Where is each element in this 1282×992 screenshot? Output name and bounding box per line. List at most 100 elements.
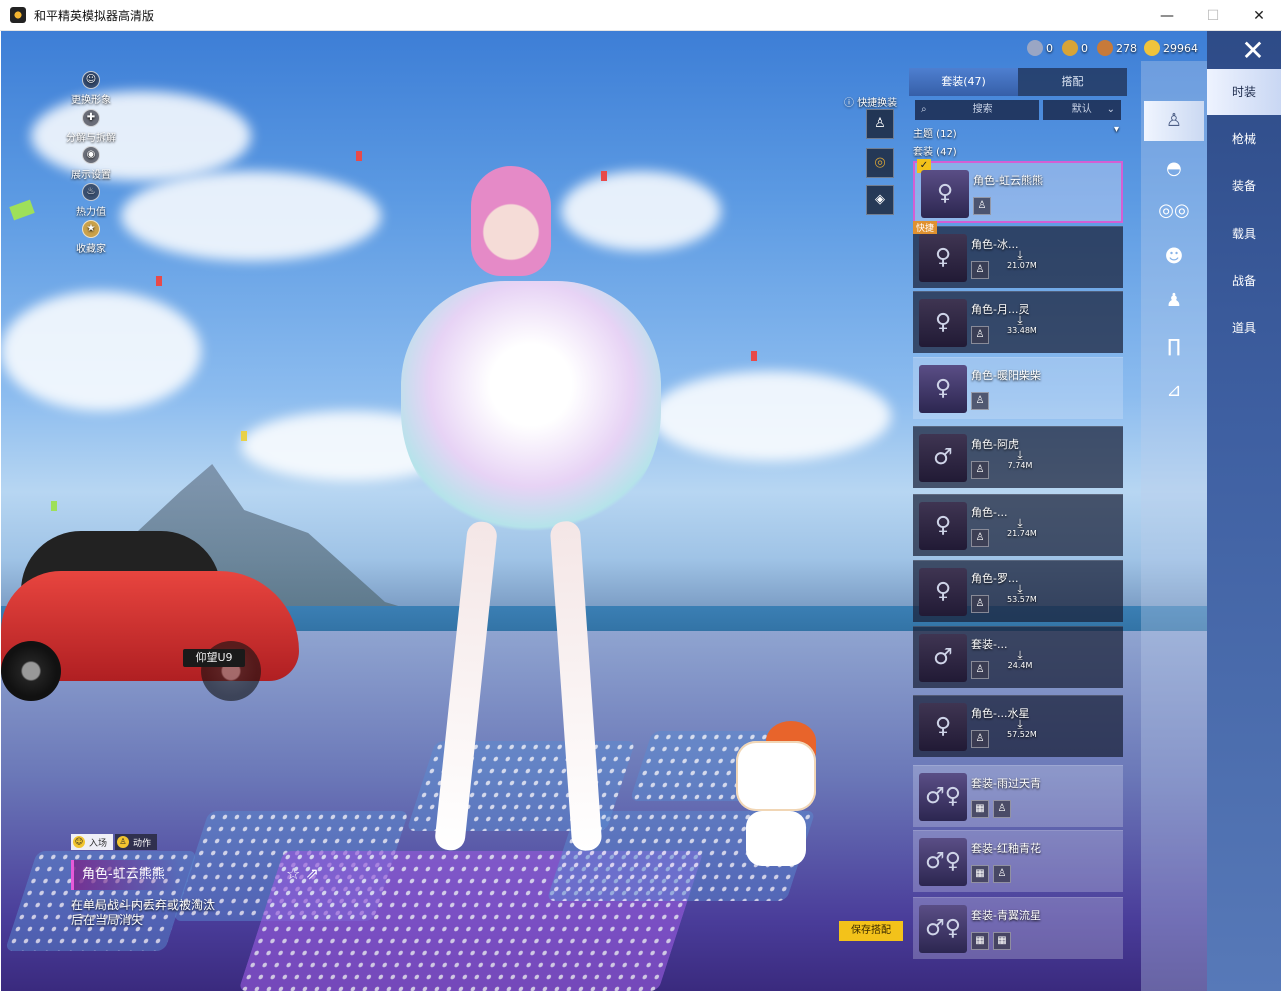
download-size: 21.07M [1007,261,1037,270]
download-button[interactable]: ⤓ 21.74M [1007,517,1037,538]
tab-combinations[interactable]: 搭配 [1018,68,1127,96]
confetti [601,171,607,181]
outfit-item[interactable]: ♂ 角色-阿虎 ♙ ⤓ 7.74M [913,426,1123,488]
outfit-thumbnail: ♂ [919,634,967,682]
menu-change-appearance[interactable]: ☺ 更换形象 [51,71,131,106]
emblem-icon: ◎ [874,155,886,170]
outfit-item[interactable]: ♂ 套装-... ♙ ⤓ 24.4M [913,626,1123,688]
outfit-item[interactable]: ♂♀ 套装-红釉青花 ▦ ♙ [913,830,1123,892]
download-button[interactable]: ⤓ 57.52M [1007,718,1037,739]
quick-slot-emblem[interactable]: ◎ [866,148,894,178]
outfit-item[interactable]: ♀ 角色-... ♙ ⤓ 21.74M [913,494,1123,556]
person-icon: ♙ [117,836,130,848]
nav-weapons[interactable]: 枪械 [1207,116,1281,162]
download-button[interactable]: ⤓ 53.57M [1007,583,1037,604]
character-icon: ♙ [993,800,1011,818]
outfit-part-icon: ▦ [971,800,989,818]
outfit-item[interactable]: ♀ 角色-罗... ♙ ⤓ 53.57M [913,560,1123,622]
glasses-icon[interactable]: ◎◎ [1144,191,1204,231]
sort-dropdown[interactable]: 默认 ⌄ [1042,100,1121,120]
outfit-item[interactable]: ♀ 角色-月...灵 ♙ ⤓ 33.48M [913,291,1123,353]
outfit-thumbnail: ♀ [919,703,967,751]
menu-label: 收藏家 [76,244,106,255]
tab-entrance[interactable]: ☺ 入场 [71,834,114,850]
menu-heat-value[interactable]: ♨ 热力值 [51,183,131,218]
outfit-part-icon: ▦ [993,932,1011,950]
menu-collector[interactable]: ★ 收藏家 [51,220,131,255]
character-icon: ♙ [993,865,1011,883]
tab-outfits[interactable]: 套装(47) [909,68,1018,96]
confetti [156,276,162,286]
outfit-thumbnail: ♀ [919,502,967,550]
menu-display-settings[interactable]: ◉ 展示设置 [51,146,131,181]
outfit-item[interactable]: ♀ 角色-...水星 ♙ ⤓ 57.52M [913,695,1123,757]
outfit-item[interactable]: ✓ ♀ 角色-虹云熊熊 ♙ [913,159,1123,223]
full-outfit-icon[interactable]: ♙ [1144,101,1204,141]
nav-equipment[interactable]: 装备 [1207,163,1281,209]
search-input[interactable]: ⌕ 搜索 [915,100,1039,120]
outfit-section-label: 套装 (47) [913,143,957,158]
share-icon[interactable]: ⇗ [305,864,318,883]
smile-icon: ☺ [73,836,85,848]
chevron-down-icon[interactable]: ▾ [1114,124,1119,135]
close-window-button[interactable]: ✕ [1236,0,1282,31]
search-placeholder: 搜索 [972,104,993,115]
download-size: 33.48M [1007,326,1037,335]
quick-change-text: 快捷换装 [857,98,898,109]
download-button[interactable]: ⤓ 33.48M [1007,314,1037,335]
quick-slot-outfit[interactable]: ♙ [866,109,894,139]
top-clothing-icon[interactable]: ♟ [1144,281,1204,321]
close-icon[interactable]: ✕ [1233,35,1273,67]
quick-change-label[interactable]: ⓘ 快捷换装 [844,94,897,109]
outfit-item[interactable]: 快捷 ♀ 角色-冰... ♙ ⤓ 21.07M [913,221,1123,288]
car-wheel [1,641,61,701]
outfit-thumbnail: ♀ [919,568,967,616]
category-icon-column: ♙ ◓ ◎◎ ☻ ♟ ∏ ⊿ [1141,61,1207,991]
sort-value: 默认 [1071,104,1092,115]
pants-icon[interactable]: ∏ [1144,327,1204,367]
nav-fashion[interactable]: 时装 [1207,69,1281,115]
menu-label: 更换形象 [71,95,111,106]
character-icon: ♙ [971,730,989,748]
player-character[interactable] [381,151,721,891]
download-button[interactable]: ⤓ 24.4M [1007,649,1033,670]
save-combination-button[interactable]: 保存搭配 [839,921,903,941]
nav-items[interactable]: 道具 [1207,305,1281,351]
outfit-item[interactable]: ♂♀ 套装-青翼流星 ▦ ▦ [913,897,1123,959]
pet-companion[interactable] [721,721,831,871]
menu-dismantle[interactable]: ✚ 分解与拆解 [51,109,131,144]
download-button[interactable]: ⤓ 21.07M [1007,248,1037,270]
outfit-item[interactable]: ♀ 角色-暖阳柴柴 ♙ [913,357,1123,419]
cloud [121,171,381,261]
currency-gold: 0 [1062,40,1088,56]
outfit-thumbnail: ♂♀ [919,905,967,953]
favorite-star-icon[interactable]: ☆ [286,864,300,883]
nav-combat-gear[interactable]: 战备 [1207,258,1281,304]
download-icon: ⤓ [1017,248,1023,262]
outfit-name: 角色-暖阳柴柴 [971,369,1041,382]
tab-label: 动作 [133,838,152,849]
theme-section-label[interactable]: 主题 (12) [913,125,957,140]
tab-action[interactable]: ♙ 动作 [115,834,158,850]
character-head [471,166,551,276]
nav-vehicles[interactable]: 载具 [1207,211,1281,257]
download-size: 24.4M [1007,661,1033,670]
currency-value: 29964 [1163,41,1198,55]
maximize-button[interactable]: ☐ [1190,0,1236,31]
download-button[interactable]: ⤓ 7.74M [1007,449,1033,470]
window-title: 和平精英模拟器高清版 [34,8,155,23]
minimize-button[interactable]: — [1144,0,1190,31]
face-icon[interactable]: ☻ [1144,237,1204,277]
car-plate: 仰望U9 [183,649,245,667]
character-dress [401,281,661,541]
outfit-name: 套装-雨过天青 [971,777,1041,790]
shoes-icon[interactable]: ⊿ [1144,371,1204,411]
pet-body [746,811,806,866]
helmet-icon[interactable]: ◓ [1144,149,1204,189]
tab-label: 入场 [89,838,108,849]
outfit-thumbnail: ♀ [919,365,967,413]
outfit-item[interactable]: ♂♀ 套装-雨过天青 ▦ ♙ [913,765,1123,827]
outfit-name: 角色-虹云熊熊 [973,174,1043,187]
outfit-name: 套装-青翼流星 [971,909,1041,922]
quick-slot-badge[interactable]: ◈ [866,185,894,215]
